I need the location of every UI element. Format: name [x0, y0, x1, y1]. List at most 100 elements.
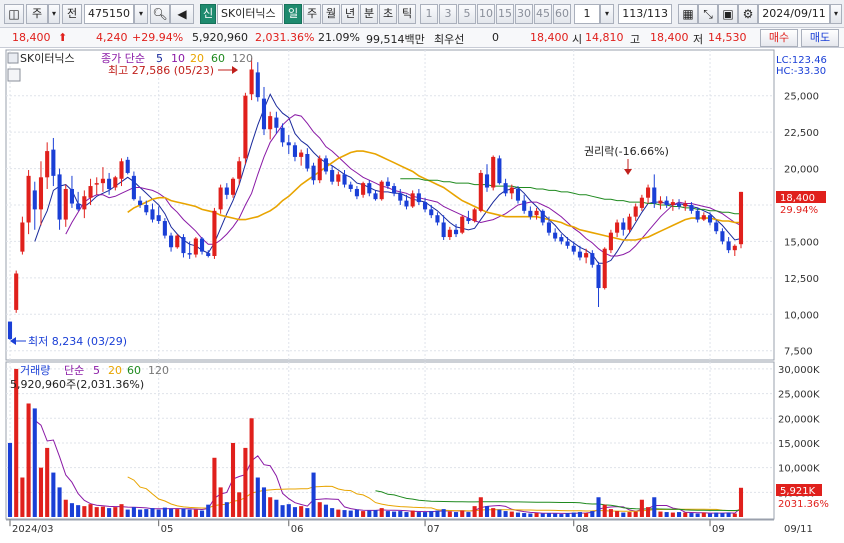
period-select[interactable]: 주: [26, 4, 48, 24]
sell-button[interactable]: 매도: [801, 29, 839, 47]
price-tick-label: 12,500: [784, 274, 819, 285]
candle: [534, 210, 539, 216]
vol-legend-value: 5,920,960주(2,031.36%): [10, 378, 144, 391]
turnover: 21.09%: [318, 31, 360, 44]
volume-bar: [608, 509, 613, 517]
vol-legend-ma120: 120: [148, 364, 169, 377]
volume-bar: [590, 511, 595, 517]
period-month-button[interactable]: 월: [322, 4, 340, 24]
volume-bar: [292, 507, 298, 517]
candle: [156, 215, 161, 222]
candle: [317, 158, 322, 181]
calendar-dropdown-icon[interactable]: ▾: [830, 4, 842, 24]
candle: [181, 237, 186, 254]
grid-icon[interactable]: ▦: [678, 4, 698, 24]
quote-bar: 18,400 ⬆ 4,240 +29.94% 5,920,960 2,031.3…: [0, 28, 844, 48]
minute-30-button[interactable]: 30: [515, 4, 533, 24]
candle: [32, 190, 37, 210]
price-tick-label: 20,000: [784, 165, 819, 176]
minute-1-button[interactable]: 1: [420, 4, 438, 24]
minute-15-button[interactable]: 15: [496, 4, 514, 24]
candle: [466, 218, 471, 222]
count-select[interactable]: 1: [574, 4, 600, 24]
candle: [311, 165, 316, 181]
period-tick-button[interactable]: 틱: [398, 4, 416, 24]
volume: 5,920,960: [192, 31, 248, 44]
chart-settings-icon[interactable]: ◫: [4, 4, 24, 24]
candle: [652, 187, 657, 204]
volume-bar: [453, 512, 459, 517]
candle: [206, 253, 211, 256]
candle: [559, 237, 564, 242]
candle: [515, 188, 521, 201]
date-input[interactable]: 2024/09/11: [758, 4, 830, 24]
candle: [608, 232, 613, 251]
volume-bar: [714, 512, 719, 517]
volume-tick-label: 30,000K: [778, 365, 820, 376]
candle: [169, 235, 174, 248]
volume-bar: [299, 506, 304, 517]
count-dropdown-icon[interactable]: ▾: [600, 4, 614, 24]
period-second-button[interactable]: 초: [379, 4, 397, 24]
search-icon[interactable]: 🔍︎: [150, 4, 170, 24]
vol-legend-title: 거래량: [20, 364, 50, 377]
vol-legend-ma60: 60: [127, 364, 141, 377]
buy-button[interactable]: 매수: [760, 29, 798, 47]
candle: [441, 222, 446, 238]
price-tick-label: 7,500: [784, 347, 813, 358]
candle: [460, 216, 465, 233]
volume-tick-label: 25,000K: [778, 390, 820, 401]
volume-bar: [181, 508, 186, 517]
candle: [305, 154, 310, 169]
volume-bar: [677, 512, 682, 517]
period-day-button[interactable]: 일: [284, 4, 302, 24]
volume-bar: [82, 506, 87, 517]
volume-bar: [144, 509, 149, 517]
legend-stock-name: SK이터닉스: [20, 52, 75, 65]
period-dropdown-icon[interactable]: ▾: [48, 4, 60, 24]
candle: [404, 200, 409, 207]
candle: [565, 241, 570, 246]
volume-bar: [51, 472, 56, 517]
volume-bar: [435, 510, 440, 517]
current-price: 18,400: [12, 31, 51, 44]
candle: [410, 193, 415, 207]
volume-bar: [385, 511, 390, 517]
candle: [336, 174, 341, 182]
candle: [398, 193, 403, 201]
candle: [20, 222, 25, 252]
volume-bar: [398, 511, 403, 517]
volume-bar: [491, 508, 496, 517]
minute-5-button[interactable]: 5: [458, 4, 476, 24]
minute-45-button[interactable]: 45: [534, 4, 552, 24]
gear-icon[interactable]: ⚙: [738, 4, 758, 24]
candle: [51, 149, 56, 176]
candle: [107, 178, 112, 189]
chart-area: 25,00022,50020,00017,50015,00012,50010,0…: [0, 48, 844, 543]
sound-icon[interactable]: ◀: [170, 4, 194, 24]
candle: [522, 200, 527, 211]
period-week-button[interactable]: 주: [303, 4, 321, 24]
save-icon[interactable]: ▣: [718, 4, 738, 24]
candle: [633, 206, 638, 217]
candle: [299, 152, 304, 157]
code-input[interactable]: 475150: [84, 4, 134, 24]
volume-bar: [478, 497, 483, 517]
minute-3-button[interactable]: 3: [439, 4, 457, 24]
minute-10-button[interactable]: 10: [477, 4, 495, 24]
code-dropdown-icon[interactable]: ▾: [134, 4, 148, 24]
minute-60-button[interactable]: 60: [553, 4, 571, 24]
candle: [88, 186, 93, 198]
candle: [261, 98, 267, 130]
period-year-button[interactable]: 년: [341, 4, 359, 24]
open-label: 시: [572, 33, 583, 46]
price-tick-label: 10,000: [784, 310, 819, 321]
x-tick-label: 09/11: [784, 524, 813, 535]
expand-icon[interactable]: ⤡: [698, 4, 718, 24]
volume-bar: [627, 512, 632, 517]
period-minute-button[interactable]: 분: [360, 4, 378, 24]
prev-button[interactable]: 전: [62, 4, 82, 24]
candle: [639, 197, 644, 208]
volume-bar: [367, 510, 372, 517]
x-tick-label: 2024/03: [12, 524, 54, 535]
